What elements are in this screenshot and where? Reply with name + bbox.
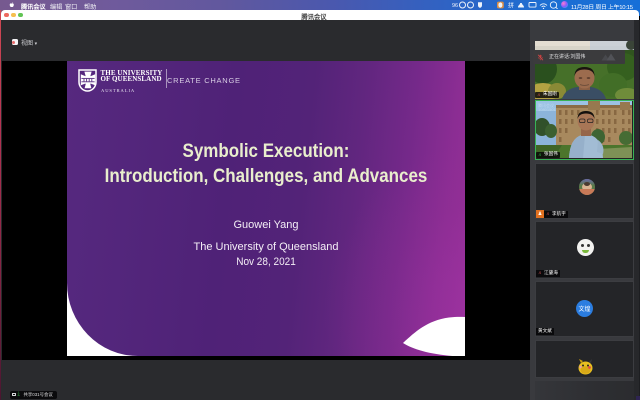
svg-text:96: 96 xyxy=(452,3,458,9)
svg-text:拼: 拼 xyxy=(508,1,514,9)
